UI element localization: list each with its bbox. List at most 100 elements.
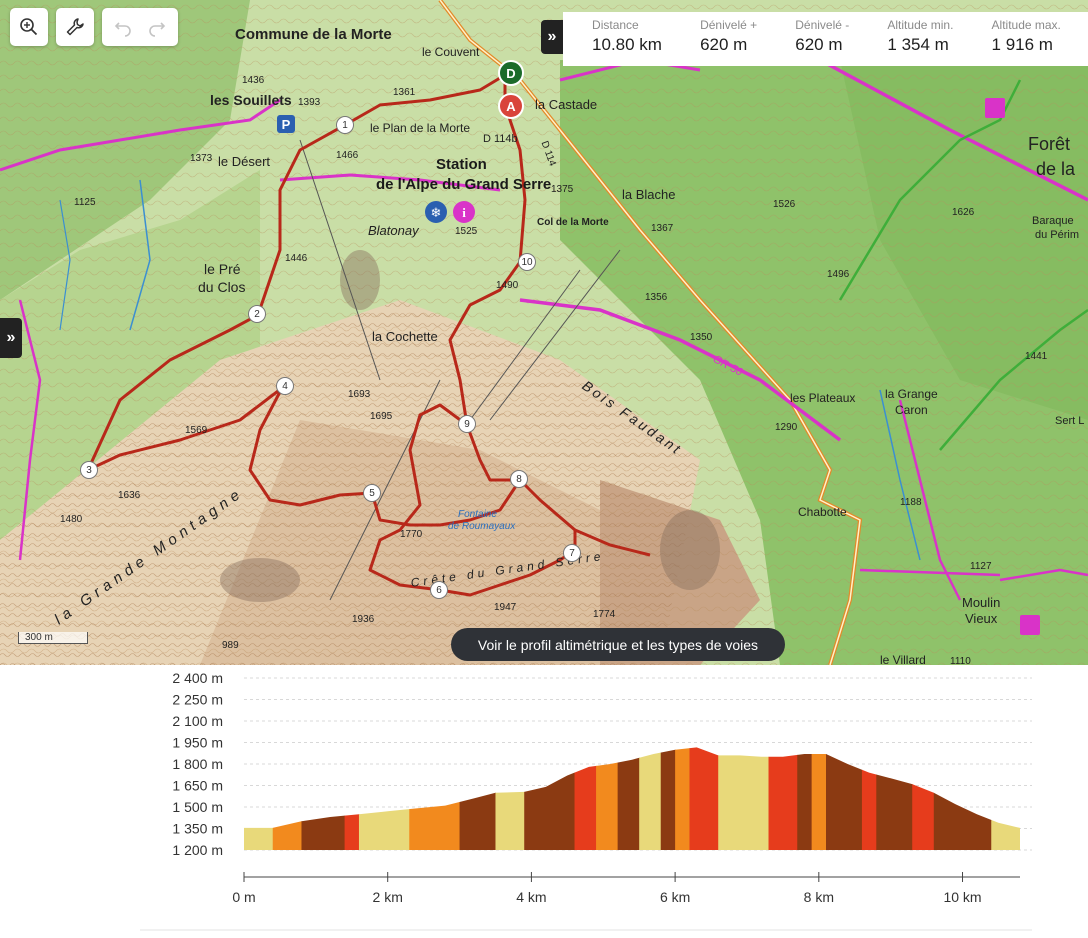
x-tick-label: 0 m <box>232 889 255 905</box>
waypoint-3[interactable]: 3 <box>80 461 98 479</box>
elev-1569: 1569 <box>185 425 208 436</box>
surface-segment-road <box>811 747 827 850</box>
waypoint-8[interactable]: 8 <box>510 470 528 488</box>
surface-segment-path <box>797 747 813 850</box>
surface-segment-trail <box>718 747 770 850</box>
label-col-morte: Col de la Morte <box>537 217 609 228</box>
history-controls <box>102 8 178 46</box>
x-tick-label: 6 km <box>660 889 690 905</box>
waypoint-5[interactable]: 5 <box>363 484 381 502</box>
waypoint-9[interactable]: 9 <box>458 415 476 433</box>
x-tick-label: 10 km <box>943 889 981 905</box>
expand-panel-button[interactable]: » <box>541 20 563 54</box>
expand-sidebar-button[interactable]: » <box>0 318 22 358</box>
route-stats-panel: Distance 10.80 km Dénivelé + 620 m Déniv… <box>563 12 1088 66</box>
elevation-profile-chart: 1 200 m 1 350 m 1 500 m 1 650 m 1 800 m 1 950… <box>140 670 1032 931</box>
label-roumayaux: de Roumayaux <box>448 521 516 532</box>
map-toolbar <box>10 8 178 46</box>
y-tick-label: 2 250 m <box>172 692 223 708</box>
x-tick-label: 4 km <box>516 889 546 905</box>
elev-1446: 1446 <box>285 253 308 264</box>
elev-1770: 1770 <box>400 529 423 540</box>
stat-elevation-gain: Dénivelé + 620 m <box>700 18 757 66</box>
surface-segment-road <box>675 747 690 850</box>
label-cochette: la Cochette <box>372 329 438 344</box>
surface-segment-path <box>617 747 640 850</box>
elevation-profile: 1 200 m 1 350 m 1 500 m 1 650 m 1 800 m 1 950… <box>0 665 1088 938</box>
stat-altitude-max: Altitude max. 1 916 m <box>992 18 1061 66</box>
elev-989: 989 <box>222 640 239 651</box>
elev-1496: 1496 <box>827 269 850 280</box>
svg-text:P: P <box>282 117 291 132</box>
elev-1127: 1127 <box>970 561 992 572</box>
start-pin[interactable]: D <box>498 60 524 86</box>
elev-1936: 1936 <box>352 614 375 625</box>
y-tick-label: 1 200 m <box>172 842 223 858</box>
elev-1125: 1125 <box>74 197 96 208</box>
elev-1350: 1350 <box>690 332 713 343</box>
waypoint-2[interactable]: 2 <box>248 305 266 323</box>
undo-icon <box>114 22 131 37</box>
stat-value: 10.80 km <box>592 35 662 54</box>
elev-1480: 1480 <box>60 514 83 525</box>
label-plan-morte: le Plan de la Morte <box>370 121 471 135</box>
waypoint-4[interactable]: 4 <box>276 377 294 395</box>
stat-value: 1 354 m <box>887 35 949 54</box>
y-tick-label: 2 100 m <box>172 713 223 729</box>
stat-label: Distance <box>592 18 639 32</box>
y-tick-label: 1 350 m <box>172 821 223 837</box>
label-vieux: Vieux <box>965 611 998 626</box>
label-moulin: Moulin <box>962 595 1001 610</box>
elev-1436: 1436 <box>242 75 265 86</box>
elev-1393: 1393 <box>298 97 321 108</box>
x-tick-label: 2 km <box>373 889 403 905</box>
stat-value: 1 916 m <box>991 35 1053 54</box>
waypoint-1[interactable]: 1 <box>336 116 354 134</box>
elev-1375: 1375 <box>551 184 574 195</box>
elev-1466: 1466 <box>336 150 359 161</box>
elev-1947: 1947 <box>494 602 517 613</box>
redo-button[interactable] <box>142 12 172 42</box>
stat-label: Dénivelé - <box>795 18 850 32</box>
waypoint-6[interactable]: 6 <box>430 581 448 599</box>
elev-1525: 1525 <box>455 226 478 237</box>
elev-1695: 1695 <box>370 411 393 422</box>
end-pin[interactable]: A <box>498 93 524 119</box>
label-clos: du Clos <box>198 279 246 295</box>
label-commune: Commune de la Morte <box>235 26 392 43</box>
elev-1441: 1441 <box>1025 351 1048 362</box>
zoom-in-icon <box>20 18 38 36</box>
zoom-button[interactable] <box>10 8 48 46</box>
label-desert: le Désert <box>218 154 271 169</box>
elev-1774: 1774 <box>593 609 616 620</box>
label-caron: Caron <box>895 403 928 417</box>
stat-value: 620 m <box>795 35 843 54</box>
undo-button[interactable] <box>108 12 138 42</box>
y-axis: 1 200 m 1 350 m 1 500 m 1 650 m 1 800 m 1 950… <box>172 670 223 858</box>
surface-segment-track <box>768 747 798 850</box>
label-station: Station <box>436 156 487 173</box>
elev-1490: 1490 <box>496 280 519 291</box>
surface-segment-trail <box>639 747 662 850</box>
elev-1110: 1110 <box>950 656 971 666</box>
redo-icon <box>149 22 166 37</box>
label-blache: la Blache <box>622 187 676 202</box>
elev-1526: 1526 <box>773 199 796 210</box>
map-view[interactable]: P ❄ i Commune de la Morte les Souillets … <box>0 0 1088 665</box>
label-plateaux: les Plateaux <box>790 391 856 405</box>
tools-button[interactable] <box>56 8 94 46</box>
svg-text:❄: ❄ <box>431 206 442 221</box>
y-tick-label: 2 400 m <box>172 670 223 686</box>
label-d114b: D 114b <box>483 133 518 145</box>
stat-label: Altitude max. <box>991 18 1061 32</box>
elev-1361: 1361 <box>393 87 416 98</box>
svg-text:i: i <box>462 205 466 220</box>
waypoint-7[interactable]: 7 <box>563 544 581 562</box>
view-profile-button[interactable]: Voir le profil altimétrique et les types… <box>451 628 785 661</box>
y-tick-label: 1 650 m <box>172 778 223 794</box>
waypoint-10[interactable]: 10 <box>518 253 536 271</box>
y-tick-label: 1 800 m <box>172 756 223 772</box>
wrench-icon <box>66 18 84 36</box>
stat-label: Dénivelé + <box>700 18 758 32</box>
map-scale-bar: 300 m <box>18 632 88 644</box>
